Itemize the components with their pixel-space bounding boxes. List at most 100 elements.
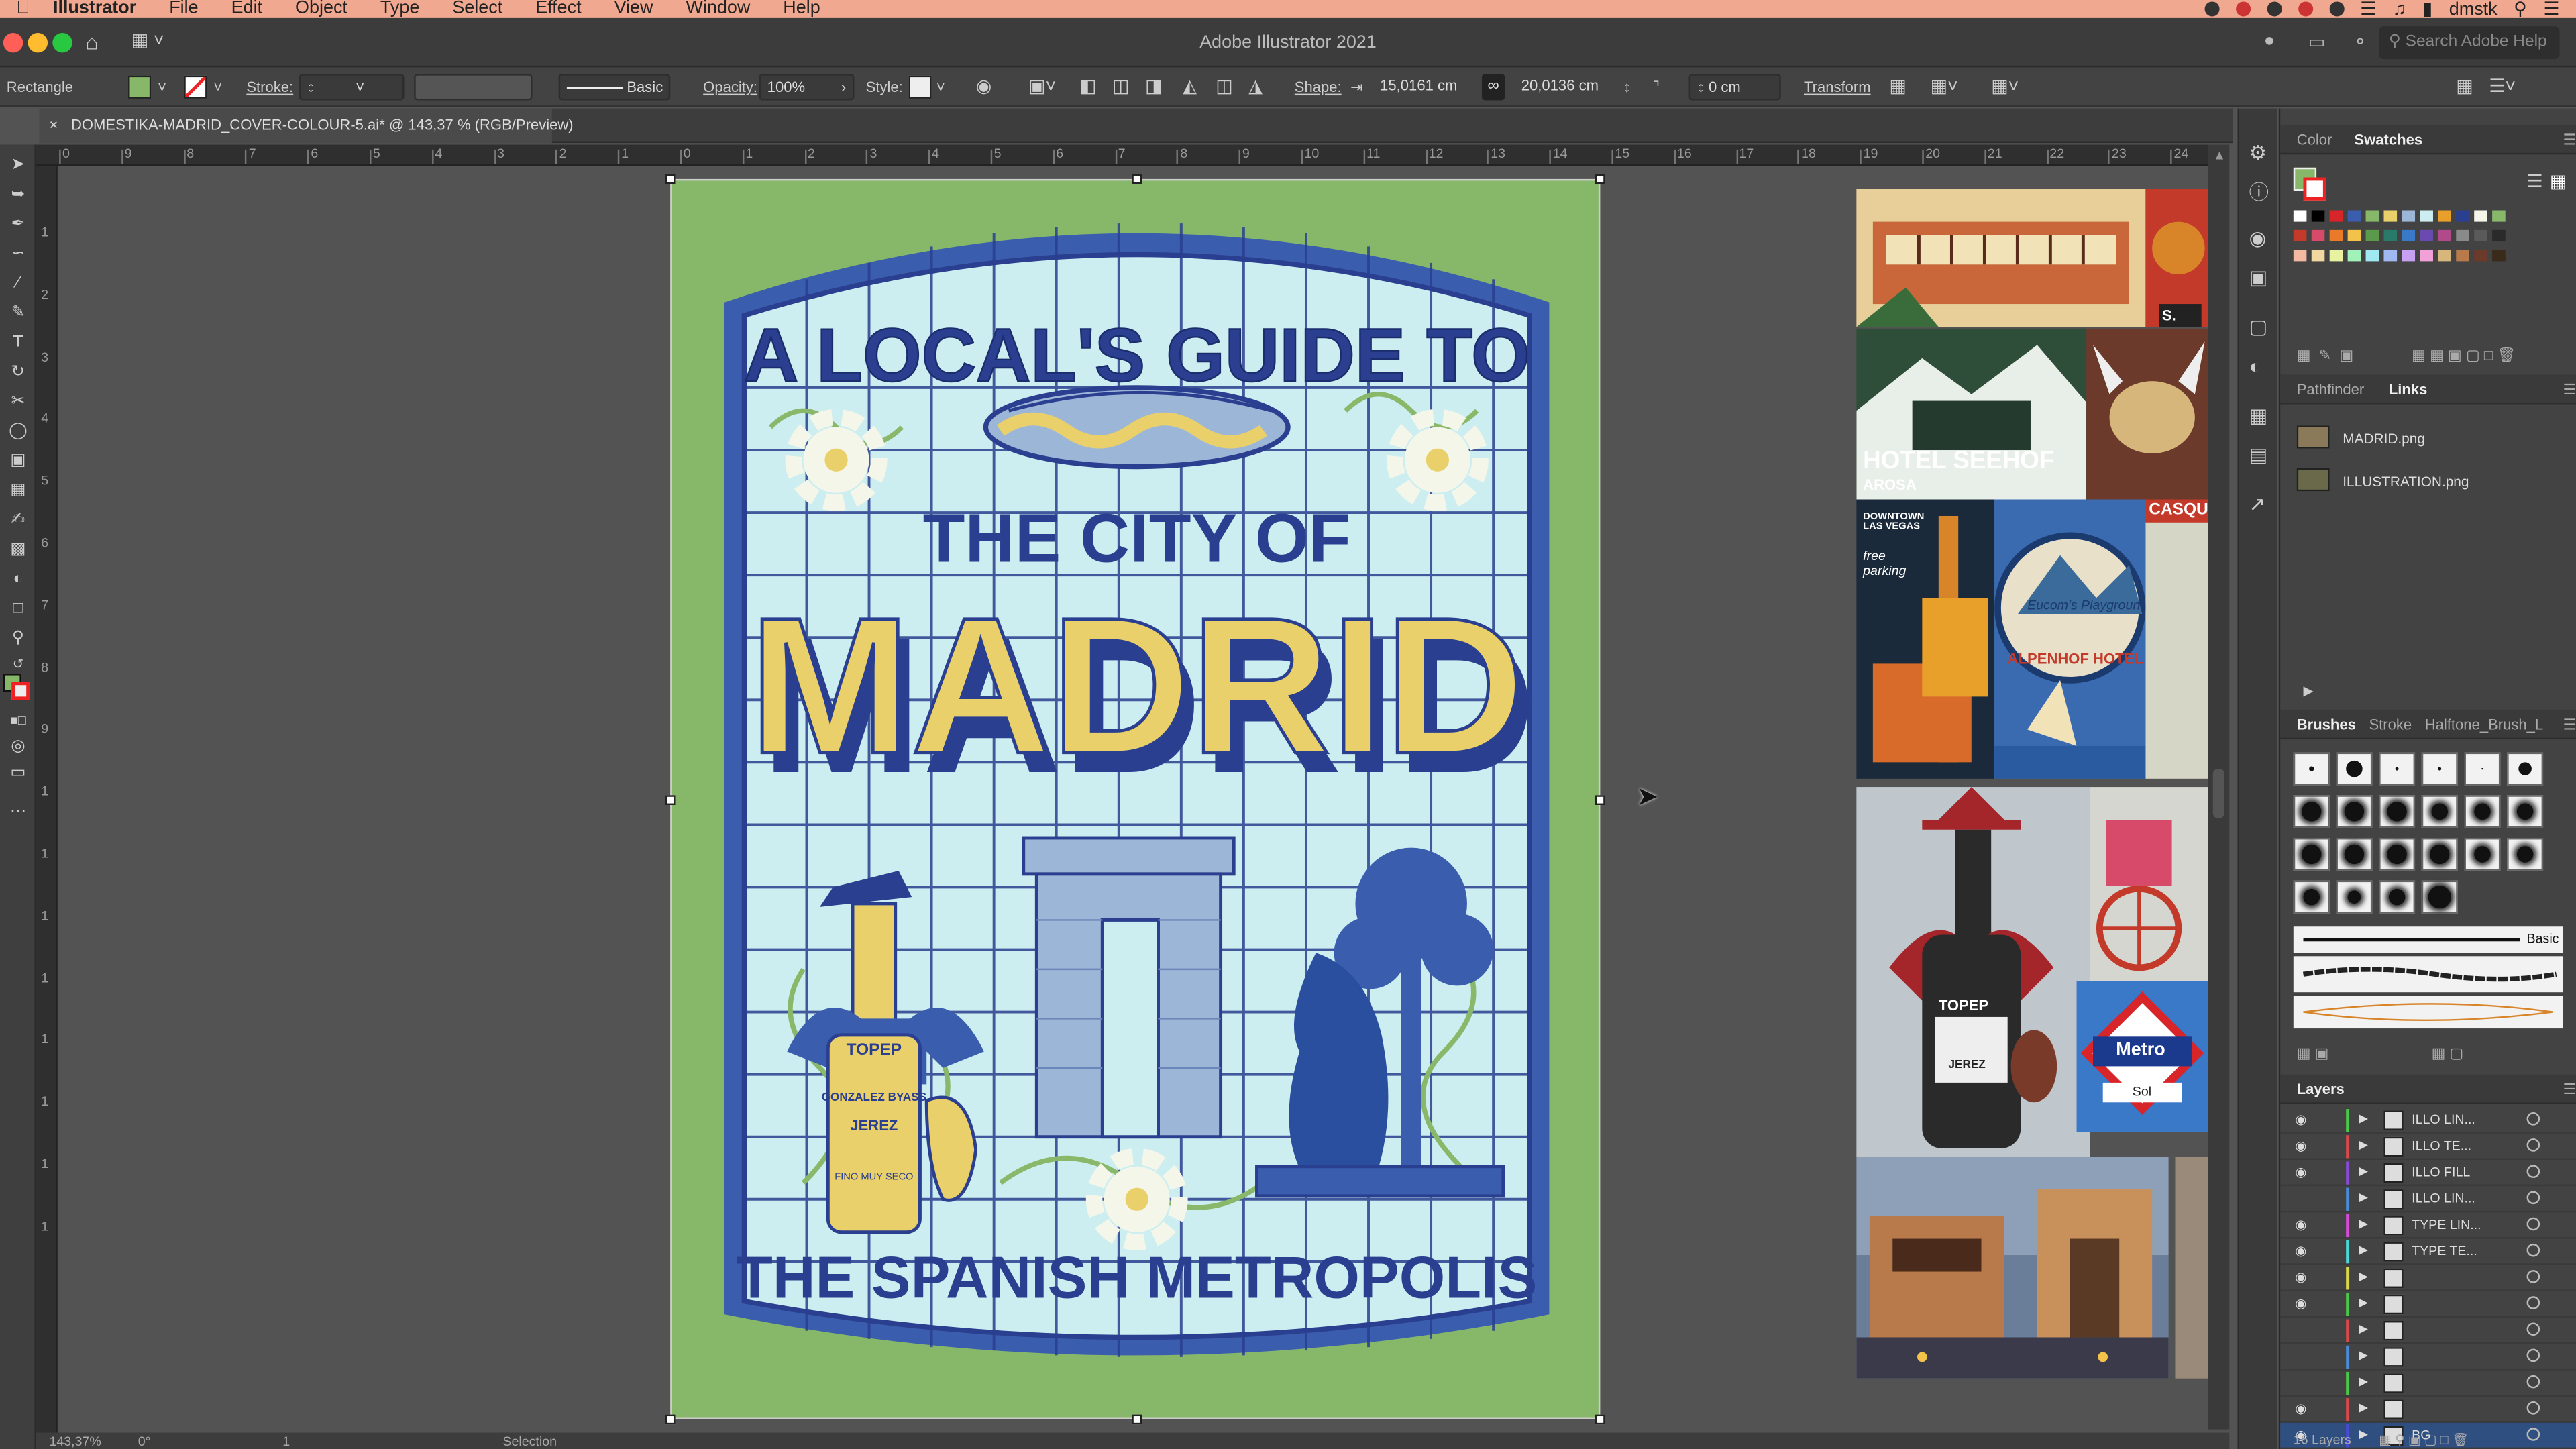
opacity-field[interactable]: 100% › — [759, 74, 855, 101]
brush-preset[interactable] — [2464, 837, 2501, 871]
color-swatch[interactable] — [2492, 250, 2506, 262]
ref-hotel-seehof-image[interactable]: HOTEL SEEHOF AROSA — [1856, 328, 2087, 500]
scroll-thumb[interactable] — [2212, 769, 2224, 818]
chevron-right-icon[interactable]: ▶ — [2359, 1322, 2368, 1336]
swatches-stroke-icon[interactable] — [2303, 177, 2326, 201]
rotate-tool-icon[interactable]: ↻ — [5, 362, 31, 384]
share-icon[interactable]: ● — [2264, 32, 2275, 51]
tab-links[interactable]: Links — [2389, 381, 2428, 397]
fill-swatch[interactable] — [128, 75, 152, 99]
panel-menu-icon[interactable]: ☰ — [2563, 131, 2576, 150]
align-panel-icon[interactable]: ▤ — [2249, 443, 2268, 466]
menubar-user[interactable]: dmstk — [2449, 0, 2498, 19]
zoom-level-field[interactable]: 143,37% — [49, 1434, 101, 1449]
brush-preset[interactable] — [2507, 795, 2544, 828]
corner-radius-field[interactable]: ↕ 0 cm — [1688, 74, 1781, 101]
menu-type[interactable]: Type — [380, 0, 419, 18]
status-icon[interactable] — [2328, 1, 2344, 17]
brush-preset[interactable] — [2421, 795, 2458, 828]
close-tab-icon[interactable]: × — [49, 117, 58, 133]
color-swatch[interactable] — [2456, 210, 2469, 222]
brush-preset[interactable] — [2336, 795, 2373, 828]
color-swatch[interactable] — [2438, 210, 2451, 222]
type-tool-icon[interactable]: T — [5, 332, 31, 355]
color-swatch[interactable] — [2474, 229, 2487, 242]
panel-menu-icon[interactable]: ☰˅ — [2489, 77, 2516, 97]
menu-file[interactable]: File — [169, 0, 198, 18]
menu-edit[interactable]: Edit — [231, 0, 262, 18]
brush-preset[interactable] — [2379, 795, 2416, 828]
isolate-icon[interactable]: ▦ — [1889, 77, 1906, 97]
chevron-right-icon[interactable]: ▶ — [2359, 1270, 2368, 1283]
visibility-eye-icon[interactable]: ◉ — [2295, 1296, 2310, 1311]
transform-link[interactable]: Transform — [1804, 77, 1871, 97]
color-swatch[interactable] — [2347, 250, 2361, 262]
vertical-ruler[interactable]: 1 2 3 4 5 6 7 8 9 1 1 1 1 1 1 1 1 — [36, 166, 58, 1449]
gradient-tool-icon[interactable]: ▣ — [5, 450, 31, 473]
brush-preset[interactable] — [2421, 752, 2458, 786]
draw-mode-icon[interactable]: ◎ — [5, 736, 31, 759]
color-mode-icon[interactable]: ■□ — [5, 710, 31, 733]
target-circle-icon[interactable] — [2526, 1191, 2540, 1205]
color-swatch[interactable] — [2293, 250, 2307, 262]
vertical-scrollbar[interactable]: ▲ — [2208, 144, 2230, 1430]
target-circle-icon[interactable] — [2526, 1401, 2540, 1415]
target-circle-icon[interactable] — [2526, 1270, 2540, 1283]
swatch-actions-icon[interactable]: ▦ ▦ ▣ ▢ □ 🗑 — [2412, 347, 2516, 365]
ref-viking-helmet-image[interactable] — [2086, 328, 2208, 500]
chevron-down-icon[interactable]: ˅ — [213, 77, 222, 97]
color-swatch[interactable] — [2365, 250, 2379, 262]
swatches-grid[interactable] — [2293, 210, 2557, 276]
search-icon[interactable]: ⚲ — [2514, 0, 2527, 19]
color-swatch[interactable] — [2438, 229, 2451, 242]
lightbulb-icon[interactable]: ⚬ — [2353, 32, 2368, 52]
target-circle-icon[interactable] — [2526, 1296, 2540, 1309]
layer-row[interactable]: ▶ — [2280, 1344, 2576, 1371]
ref-photo-partial[interactable] — [2175, 1157, 2208, 1379]
target-circle-icon[interactable] — [2526, 1138, 2540, 1152]
visibility-eye-icon[interactable] — [2295, 1191, 2310, 1206]
layer-row[interactable]: ▶ — [2280, 1370, 2576, 1397]
shape-height-field[interactable]: 20,0136 cm — [1515, 74, 1617, 100]
target-circle-icon[interactable] — [2526, 1348, 2540, 1362]
color-swatch[interactable] — [2420, 250, 2433, 262]
brush-pattern-row[interactable] — [2293, 996, 2563, 1029]
layer-row[interactable]: ◉ ▶ TYPE TE... — [2280, 1239, 2576, 1265]
selection-handle[interactable] — [1595, 795, 1605, 806]
graphic-style-swatch[interactable] — [908, 75, 932, 99]
brush-preset[interactable] — [2379, 837, 2416, 871]
layer-row[interactable]: ◉ ▶ — [2280, 1265, 2576, 1291]
gradient-icon[interactable]: ◐ — [2249, 355, 2261, 378]
ref-temple-debod-photo[interactable] — [1856, 1157, 2169, 1379]
status-icon[interactable] — [2204, 1, 2219, 17]
link-item[interactable]: MADRID.png — [2296, 425, 2560, 451]
help-search-input[interactable]: ⚲ Search Adobe Help — [2379, 26, 2560, 60]
visibility-eye-icon[interactable]: ◉ — [2295, 1138, 2310, 1153]
brush-preset[interactable] — [2464, 795, 2501, 828]
brush-preset[interactable] — [2336, 880, 2373, 914]
pen-tool-icon[interactable]: ✒ — [5, 213, 31, 236]
color-swatch[interactable] — [2383, 229, 2398, 242]
brush-preset[interactable] — [2421, 837, 2458, 871]
document-tab[interactable]: × DOMESTIKA-MADRID_COVER-COLOUR-5.ai* @ 1… — [39, 108, 574, 144]
layer-row[interactable]: ▶ — [2280, 1318, 2576, 1344]
tab-pathfinder[interactable]: Pathfinder — [2297, 381, 2364, 397]
skype-icon[interactable] — [2298, 1, 2313, 17]
layer-row[interactable]: ◉ ▶ — [2280, 1397, 2576, 1423]
stroke-none-swatch[interactable] — [184, 75, 207, 99]
selection-tool-icon[interactable]: ➤ — [5, 154, 31, 177]
ref-viking-image[interactable]: S. — [2145, 189, 2208, 327]
target-circle-icon[interactable] — [2526, 1165, 2540, 1178]
puppet-warp-icon[interactable]: ▦˅ — [1931, 77, 1958, 97]
color-swatch[interactable] — [2347, 210, 2361, 222]
brush-preset[interactable] — [2421, 880, 2458, 914]
visibility-eye-icon[interactable] — [2295, 1375, 2310, 1390]
blend-tool-icon[interactable]: ◐ — [5, 568, 31, 591]
color-swatch[interactable] — [2402, 229, 2416, 242]
opacity-label[interactable]: Opacity: — [703, 77, 757, 97]
screen-mode-icon[interactable]: ▭ — [5, 762, 31, 785]
chevron-right-icon[interactable]: ▶ — [2359, 1401, 2368, 1414]
chevron-down-icon[interactable]: ˅ — [158, 77, 166, 97]
visibility-eye-icon[interactable] — [2295, 1349, 2310, 1364]
chevron-right-icon[interactable]: ▶ — [2359, 1375, 2368, 1388]
